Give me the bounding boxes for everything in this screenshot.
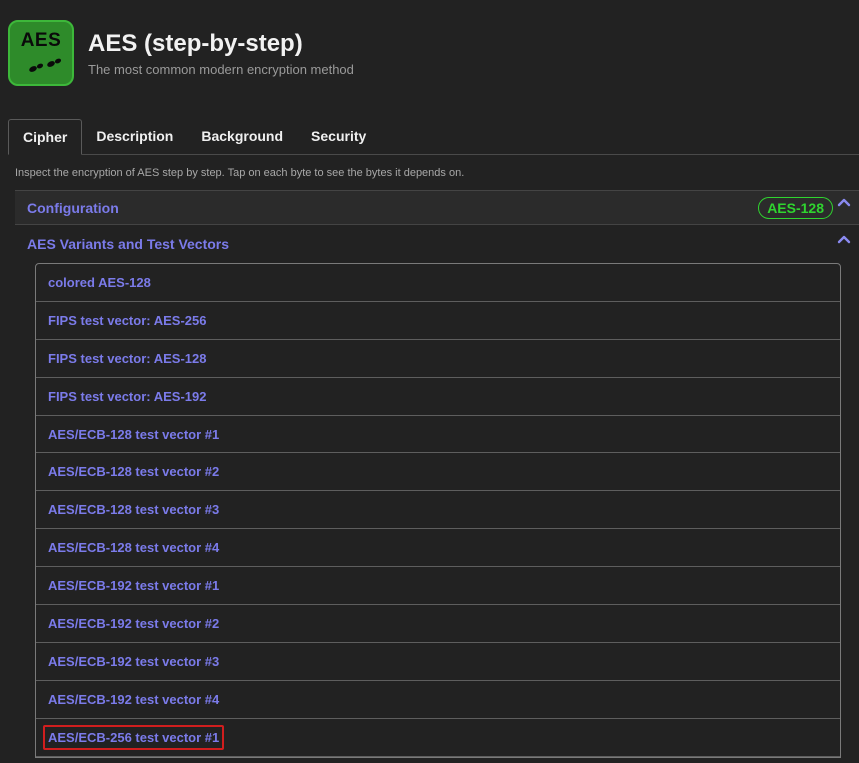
list-item-highlighted[interactable]: AES/ECB-256 test vector #1 xyxy=(36,719,840,757)
list-item-label[interactable]: FIPS test vector: AES-192 xyxy=(45,385,209,408)
configuration-section[interactable]: Configuration AES-128 xyxy=(15,190,859,225)
page-title: AES (step-by-step) xyxy=(88,30,303,57)
tab-background[interactable]: Background xyxy=(187,119,297,153)
variants-section[interactable]: AES Variants and Test Vectors xyxy=(15,226,859,263)
configuration-header[interactable]: Configuration xyxy=(27,191,119,225)
chevron-up-icon[interactable] xyxy=(837,233,851,247)
list-item-label[interactable]: colored AES-128 xyxy=(45,271,154,294)
title-block: AES (step-by-step) The most common moder… xyxy=(88,30,354,77)
list-item-label[interactable]: AES/ECB-128 test vector #2 xyxy=(45,460,222,483)
list-item-label[interactable]: FIPS test vector: AES-256 xyxy=(45,309,209,332)
list-item-label[interactable]: AES/ECB-128 test vector #1 xyxy=(45,423,222,446)
page-subtitle: The most common modern encryption method xyxy=(88,62,354,77)
list-item[interactable]: AES/ECB-192 test vector #3 xyxy=(36,643,840,681)
list-item-label[interactable]: FIPS test vector: AES-128 xyxy=(45,347,209,370)
list-item[interactable]: FIPS test vector: AES-256 xyxy=(36,302,840,340)
intro-text: Inspect the encryption of AES step by st… xyxy=(15,167,465,179)
list-item[interactable]: AES/ECB-128 test vector #1 xyxy=(36,416,840,454)
test-vector-list: colored AES-128 FIPS test vector: AES-25… xyxy=(35,263,841,758)
list-item-label[interactable]: AES/ECB-256 test vector #1 xyxy=(43,724,225,750)
list-item[interactable]: AES/ECB-192 test vector #4 xyxy=(36,681,840,719)
list-item[interactable]: AES/ECB-192 test vector #1 xyxy=(36,567,840,606)
list-item[interactable]: AES/ECB-192 test vector #2 xyxy=(36,605,840,643)
list-item[interactable]: FIPS test vector: AES-128 xyxy=(36,340,840,378)
list-item[interactable]: colored AES-128 xyxy=(36,264,840,302)
app-header: AES AES (step-by-step) The most common m… xyxy=(8,20,354,88)
variants-header[interactable]: AES Variants and Test Vectors xyxy=(27,227,229,261)
list-item-label[interactable]: AES/ECB-192 test vector #4 xyxy=(45,688,222,711)
list-item-label[interactable]: AES/ECB-128 test vector #3 xyxy=(45,498,222,521)
list-item-label[interactable]: AES/ECB-192 test vector #3 xyxy=(45,650,222,673)
variant-badge: AES-128 xyxy=(758,197,833,219)
list-item[interactable]: AES/ECB-128 test vector #2 xyxy=(36,453,840,492)
app-logo: AES xyxy=(8,20,74,86)
list-item-label[interactable]: AES/ECB-128 test vector #4 xyxy=(45,536,222,559)
list-item[interactable]: FIPS test vector: AES-192 xyxy=(36,378,840,416)
tab-security[interactable]: Security xyxy=(297,119,380,153)
page: AES AES (step-by-step) The most common m… xyxy=(0,0,859,763)
tab-bar: Cipher Description Background Security xyxy=(8,119,859,155)
logo-text: AES xyxy=(20,30,62,51)
chevron-up-icon[interactable] xyxy=(837,196,851,210)
tab-cipher[interactable]: Cipher xyxy=(8,119,83,155)
list-item-label[interactable]: AES/ECB-192 test vector #2 xyxy=(45,612,222,635)
list-item[interactable]: AES/ECB-128 test vector #4 xyxy=(36,529,840,568)
list-item-label[interactable]: AES/ECB-192 test vector #1 xyxy=(45,574,222,597)
tab-description[interactable]: Description xyxy=(82,119,187,153)
footsteps-icon xyxy=(29,58,62,72)
list-item[interactable]: AES/ECB-128 test vector #3 xyxy=(36,491,840,530)
